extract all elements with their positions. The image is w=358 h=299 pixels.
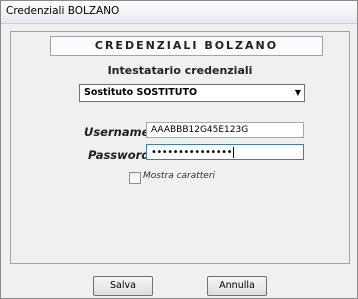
username-label: Username — [84, 125, 150, 139]
intestatario-label: Intestatario credenziali — [107, 64, 253, 77]
password-field[interactable]: ••••••••••••••• — [146, 144, 304, 160]
dialog-window: Credenziali BOLZANO CREDENZIALI BOLZANO … — [0, 0, 358, 299]
show-chars-label[interactable]: Mostra caratteri — [143, 171, 215, 181]
password-mask: ••••••••••••••• — [151, 147, 232, 158]
window-title: Credenziali BOLZANO — [6, 5, 120, 17]
panel-header: CREDENZIALI BOLZANO — [50, 36, 323, 56]
username-field[interactable]: AAABBB12G45E123G — [146, 122, 304, 138]
text-cursor — [232, 146, 234, 158]
show-chars-checkbox[interactable] — [129, 172, 141, 184]
cancel-button[interactable]: Annulla — [207, 276, 267, 296]
password-label: Password — [88, 148, 150, 162]
intestatario-select[interactable]: Sostituto SOSTITUTO ▼ — [79, 84, 305, 102]
chevron-down-icon[interactable]: ▼ — [295, 88, 301, 98]
credentials-panel: CREDENZIALI BOLZANO Intestatario credenz… — [10, 31, 350, 264]
save-button[interactable]: Salva — [93, 276, 153, 296]
title-bar: Credenziali BOLZANO — [1, 1, 357, 24]
intestatario-selected-value: Sostituto SOSTITUTO — [84, 87, 198, 98]
